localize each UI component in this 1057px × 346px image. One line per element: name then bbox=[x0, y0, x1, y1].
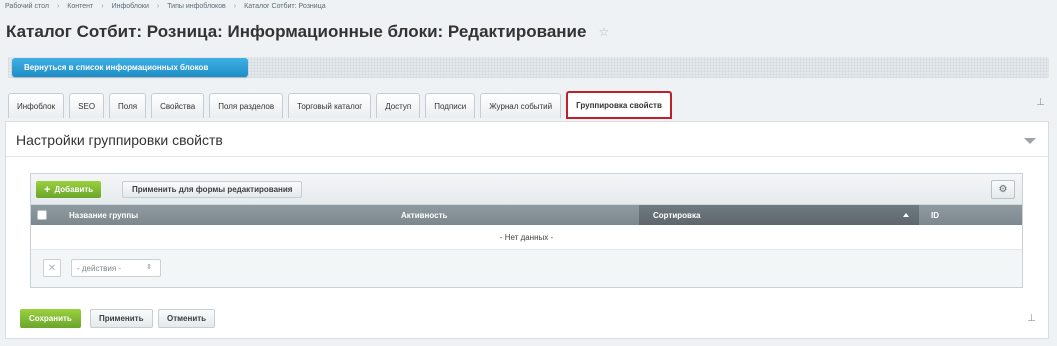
empty-message: - Нет данных - bbox=[31, 225, 1022, 250]
top-toolbar: Вернуться в список информационных блоков bbox=[8, 57, 1049, 78]
gear-icon[interactable]: ⚙ bbox=[991, 180, 1015, 199]
apply-button[interactable]: Применить bbox=[90, 309, 153, 328]
sort-ascending-icon bbox=[903, 213, 909, 217]
tab-captions[interactable]: Подписи bbox=[425, 93, 476, 118]
breadcrumb-separator: › bbox=[233, 3, 237, 10]
star-icon[interactable]: ☆ bbox=[598, 25, 609, 39]
tab-fields[interactable]: Поля bbox=[109, 93, 147, 118]
tab-bar: Инфоблок SEO Поля Свойства Поля разделов… bbox=[8, 91, 677, 119]
plus-icon: + bbox=[44, 183, 51, 196]
add-button-label: Добавить bbox=[54, 185, 94, 194]
breadcrumb-separator: › bbox=[56, 3, 60, 10]
pin-icon[interactable]: ⊥ bbox=[1027, 313, 1036, 324]
add-button[interactable]: + Добавить bbox=[36, 181, 102, 198]
column-header-sort[interactable]: Сортировка bbox=[639, 205, 919, 225]
cancel-button[interactable]: Отменить bbox=[158, 309, 216, 328]
settings-panel: Настройки группировки свойств + Добавить… bbox=[5, 121, 1049, 339]
column-header-group-name[interactable]: Название группы bbox=[69, 205, 138, 225]
tab-trade-catalog[interactable]: Торговый каталог bbox=[288, 93, 372, 118]
grid-footer: ✕ - действия - ⇕ bbox=[31, 250, 1022, 287]
section-title: Настройки группировки свойств bbox=[16, 132, 223, 148]
tab-infoblock[interactable]: Инфоблок bbox=[8, 93, 65, 118]
page-title-row: Каталог Сотбит: Розница: Информационные … bbox=[6, 22, 609, 42]
breadcrumb-item-desktop[interactable]: Рабочий стол bbox=[5, 3, 49, 10]
tab-section-fields[interactable]: Поля разделов bbox=[209, 93, 284, 118]
pin-icon[interactable]: ⊥ bbox=[1036, 97, 1045, 108]
divider bbox=[6, 156, 1048, 157]
breadcrumb-item-content[interactable]: Контент bbox=[67, 3, 93, 10]
breadcrumb: Рабочий стол › Контент › Инфоблоки › Тип… bbox=[5, 3, 326, 10]
apply-for-edit-form-button[interactable]: Применить для формы редактирования bbox=[122, 181, 303, 198]
back-to-list-button[interactable]: Вернуться в список информационных блоков bbox=[12, 58, 248, 77]
actions-select-value: - действия - bbox=[77, 263, 122, 273]
actions-select[interactable]: - действия - ⇕ bbox=[71, 259, 161, 277]
breadcrumb-separator: › bbox=[101, 3, 104, 10]
grid-header: Название группы Активность Сортировка ID bbox=[31, 205, 1022, 225]
breadcrumb-separator: › bbox=[156, 3, 160, 10]
breadcrumb-item-infoblocks[interactable]: Инфоблоки bbox=[112, 3, 149, 10]
grid-toolbar: + Добавить Применить для формы редактиро… bbox=[31, 174, 1022, 205]
select-all-checkbox[interactable] bbox=[37, 210, 47, 220]
column-header-activity[interactable]: Активность bbox=[401, 205, 447, 225]
property-groups-grid: + Добавить Применить для формы редактиро… bbox=[30, 173, 1023, 288]
select-arrows-icon: ⇕ bbox=[146, 264, 152, 271]
breadcrumb-item-infoblock-types[interactable]: Типы инфоблоков bbox=[167, 3, 226, 10]
page-title: Каталог Сотбит: Розница: Информационные … bbox=[6, 22, 587, 41]
column-header-id[interactable]: ID bbox=[931, 205, 939, 225]
tab-properties[interactable]: Свойства bbox=[151, 93, 205, 118]
tab-property-grouping[interactable]: Группировка свойств bbox=[566, 91, 672, 119]
tab-seo[interactable]: SEO bbox=[69, 93, 105, 118]
breadcrumb-item-catalog[interactable]: Каталог Сотбит: Розница bbox=[244, 3, 325, 10]
tab-event-log[interactable]: Журнал событий bbox=[480, 93, 562, 118]
close-icon[interactable]: ✕ bbox=[43, 259, 61, 277]
collapse-arrow-icon[interactable] bbox=[1024, 138, 1036, 144]
column-header-sort-label: Сортировка bbox=[653, 210, 701, 220]
tab-access[interactable]: Доступ bbox=[376, 93, 421, 118]
save-button[interactable]: Сохранить bbox=[20, 309, 81, 328]
